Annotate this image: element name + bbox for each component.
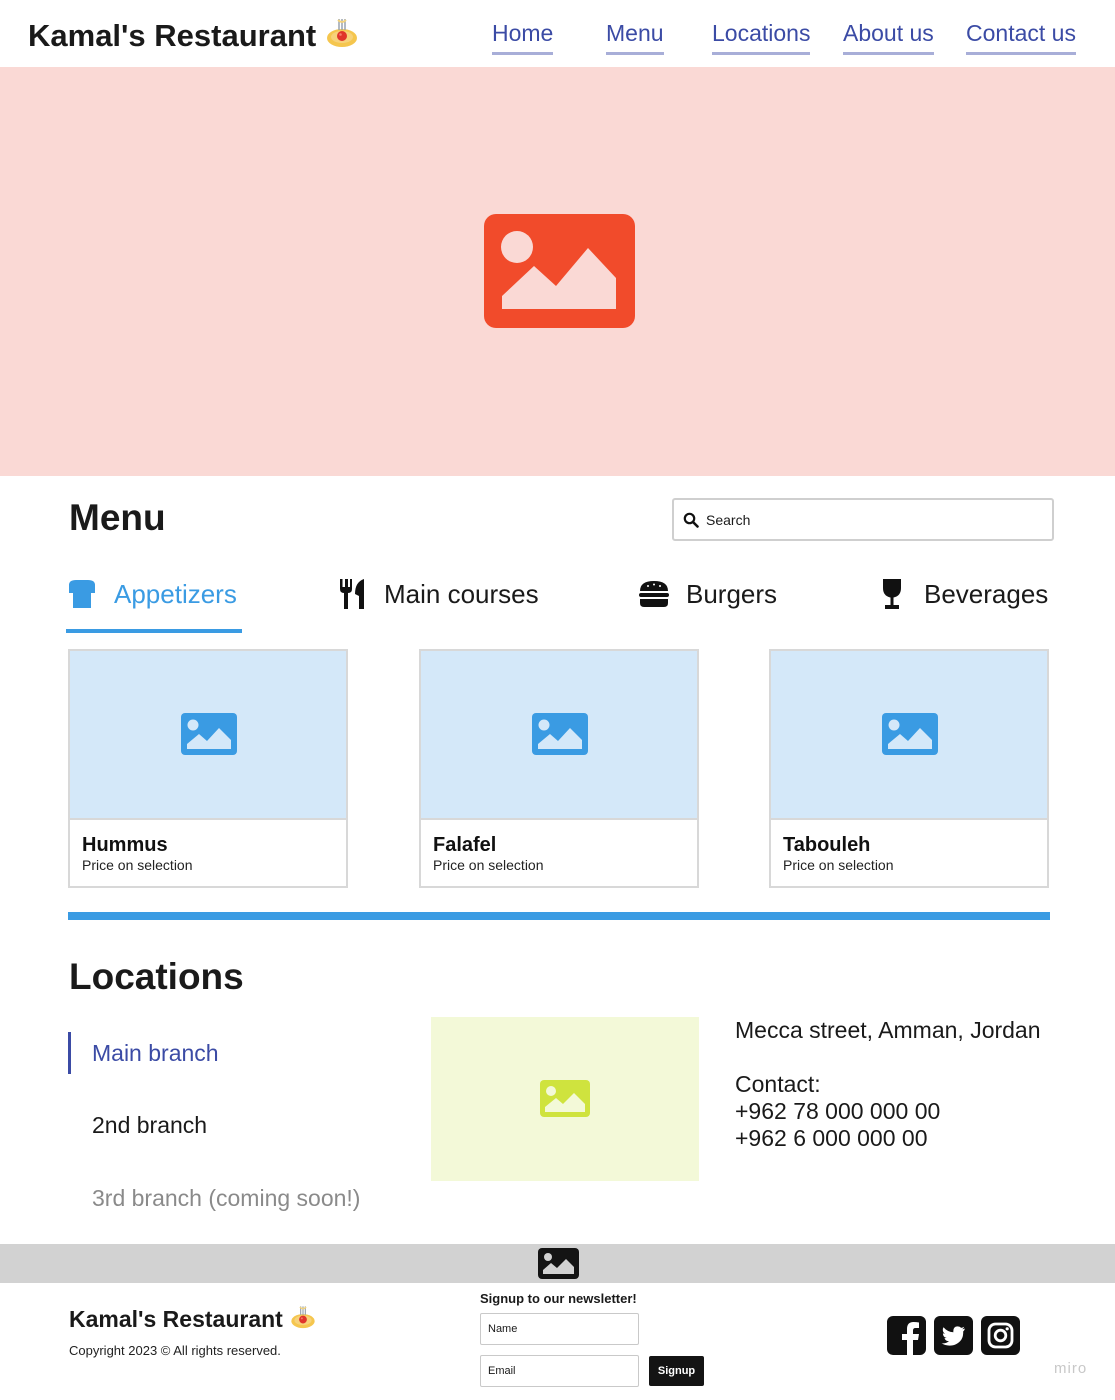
brand-name: Kamal's Restaurant xyxy=(28,18,317,53)
coffee-cup-icon xyxy=(66,578,98,610)
menu-card-tabouleh[interactable]: Tabouleh Price on selection xyxy=(769,649,1049,888)
footer-brand: Kamal's Restaurant xyxy=(69,1306,317,1335)
branch-address: Mecca street, Amman, Jordan xyxy=(735,1017,1041,1043)
search-input[interactable] xyxy=(706,508,1036,532)
utensils-icon xyxy=(336,578,368,610)
item-price: Price on selection xyxy=(433,857,544,873)
search-box[interactable] xyxy=(672,498,1054,541)
section-divider xyxy=(68,912,1050,920)
signup-button[interactable]: Signup xyxy=(649,1356,704,1386)
tab-label: Burgers xyxy=(686,578,778,609)
branch-main[interactable]: Main branch xyxy=(92,1040,219,1067)
card-image xyxy=(421,651,697,820)
active-tab-indicator xyxy=(66,629,242,633)
active-branch-indicator xyxy=(68,1032,71,1074)
copyright-text: Copyright 2023 © All rights reserved. xyxy=(69,1343,281,1358)
item-name: Falafel xyxy=(433,834,497,856)
branch-map xyxy=(431,1017,699,1181)
tab-label: Beverages xyxy=(924,578,1049,609)
newsletter-title: Signup to our newsletter! xyxy=(480,1291,637,1306)
tab-label: Main courses xyxy=(384,578,539,609)
nav-home[interactable]: Home xyxy=(492,20,554,55)
nav-menu[interactable]: Menu xyxy=(606,20,664,55)
miro-watermark: miro xyxy=(1054,1360,1088,1377)
image-placeholder-icon xyxy=(484,214,635,328)
menu-card-falafel[interactable]: Falafel Price on selection xyxy=(419,649,699,888)
tab-main-courses[interactable]: Main courses xyxy=(336,574,539,614)
newsletter-email-input[interactable] xyxy=(480,1355,639,1387)
phone-number[interactable]: +962 78 000 000 00 xyxy=(735,1098,940,1125)
instagram-icon[interactable] xyxy=(981,1316,1020,1355)
facebook-icon[interactable] xyxy=(887,1316,926,1355)
search-icon xyxy=(683,512,699,528)
tab-beverages[interactable]: Beverages xyxy=(876,574,1048,614)
item-price: Price on selection xyxy=(783,857,894,873)
branch-third[interactable]: 3rd branch (coming soon!) xyxy=(92,1185,360,1212)
nav-about-us[interactable]: About us xyxy=(843,20,934,55)
twitter-icon[interactable] xyxy=(934,1316,973,1355)
burger-icon xyxy=(638,578,670,610)
spaghetti-icon xyxy=(289,1304,317,1332)
contact-label: Contact: xyxy=(735,1071,821,1097)
phone-number[interactable]: +962 6 000 000 00 xyxy=(735,1125,928,1152)
item-name: Hummus xyxy=(82,834,168,856)
image-placeholder-icon xyxy=(540,1080,590,1117)
image-placeholder-icon xyxy=(882,713,938,755)
footer-brand-name: Kamal's Restaurant xyxy=(69,1306,283,1332)
card-image xyxy=(70,651,346,820)
branch-second[interactable]: 2nd branch xyxy=(92,1112,207,1139)
image-placeholder-icon xyxy=(181,713,237,755)
item-name: Tabouleh xyxy=(783,834,871,856)
newsletter-name-input[interactable] xyxy=(480,1313,639,1345)
footer-banner xyxy=(0,1244,1115,1283)
menu-heading: Menu xyxy=(69,497,166,538)
image-placeholder-icon xyxy=(532,713,588,755)
wine-glass-icon xyxy=(876,578,908,610)
nav-locations[interactable]: Locations xyxy=(712,20,811,55)
image-placeholder-icon xyxy=(538,1248,579,1279)
card-image xyxy=(771,651,1047,820)
tab-burgers[interactable]: Burgers xyxy=(638,574,777,614)
menu-card-hummus[interactable]: Hummus Price on selection xyxy=(68,649,348,888)
nav-contact-us[interactable]: Contact us xyxy=(966,20,1076,55)
locations-heading: Locations xyxy=(69,956,244,997)
tab-label: Appetizers xyxy=(114,578,237,609)
spaghetti-icon xyxy=(324,16,360,52)
hero-banner xyxy=(0,67,1115,476)
tab-appetizers[interactable]: Appetizers xyxy=(66,574,237,614)
item-price: Price on selection xyxy=(82,857,193,873)
brand-title[interactable]: Kamal's Restaurant xyxy=(28,18,360,56)
